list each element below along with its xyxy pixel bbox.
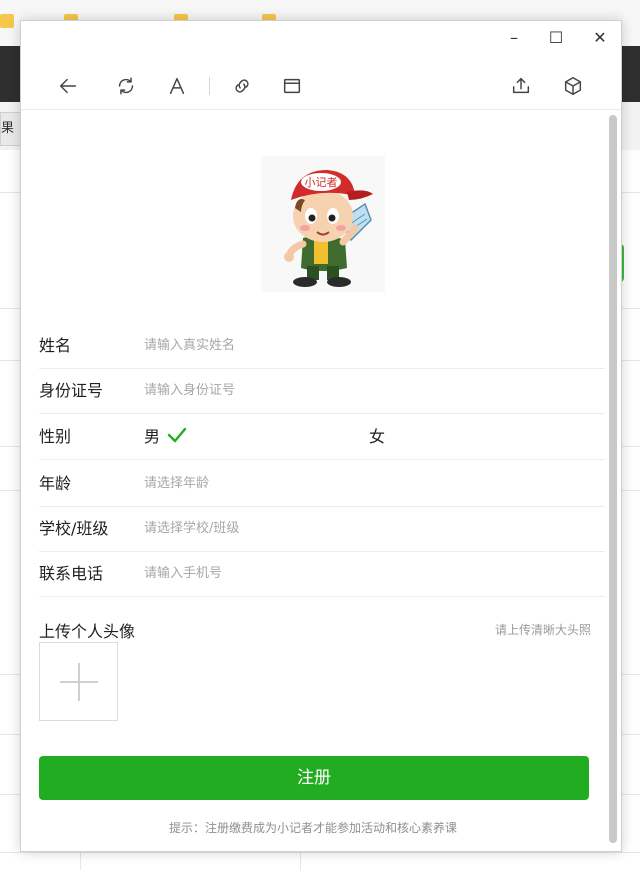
plus-icon <box>78 663 80 701</box>
name-label: 姓名 <box>39 336 72 355</box>
avatar-upload-hint: 请上传清晰大头照 <box>494 623 591 637</box>
name-field-row[interactable]: 姓名 请输入真实姓名 <box>39 323 605 369</box>
phone-label: 联系电话 <box>39 564 104 583</box>
phone-field-row[interactable]: 联系电话 请输入手机号 <box>39 551 605 597</box>
refresh-icon[interactable] <box>113 73 139 99</box>
title-bar: – ☐ ✕ <box>21 21 621 55</box>
close-button[interactable]: ✕ <box>587 27 613 49</box>
gender-option-female[interactable]: 女 <box>369 414 385 459</box>
maximize-button[interactable]: ☐ <box>543 27 569 49</box>
id-number-label: 身份证号 <box>39 381 104 400</box>
register-button[interactable]: 注册 <box>39 756 589 800</box>
avatar-upload-button[interactable] <box>39 642 118 721</box>
avatar-upload-title: 上传个人头像 <box>39 622 136 641</box>
back-arrow-icon[interactable] <box>55 73 81 99</box>
folder-icon <box>0 14 14 28</box>
font-icon[interactable] <box>164 73 190 99</box>
name-input[interactable]: 请输入真实姓名 <box>144 323 235 368</box>
window-icon[interactable] <box>279 73 305 99</box>
popup-window: – ☐ ✕ 小记者 姓名 请输入真实姓名 身份证号 请输入身份证号 性别 男 女… <box>20 20 622 852</box>
minimize-button[interactable]: – <box>501 27 527 49</box>
gender-field-row: 性别 男 女 <box>39 414 605 460</box>
age-field-row[interactable]: 年龄 请选择年龄 <box>39 461 605 507</box>
gender-option-male[interactable]: 男 <box>144 414 160 459</box>
cube-icon[interactable] <box>560 73 586 99</box>
background-divider <box>0 852 640 853</box>
school-class-field-row[interactable]: 学校/班级 请选择学校/班级 <box>39 506 605 552</box>
age-select[interactable]: 请选择年龄 <box>144 461 209 506</box>
age-label: 年龄 <box>39 474 72 493</box>
registration-tip: 提示：注册缴费成为小记者才能参加活动和核心素养课 <box>168 821 457 835</box>
share-icon[interactable] <box>508 73 534 99</box>
id-number-field-row[interactable]: 身份证号 请输入身份证号 <box>39 368 605 414</box>
browser-toolbar <box>21 61 621 110</box>
school-class-label: 学校/班级 <box>39 519 109 538</box>
checkmark-icon <box>167 427 187 443</box>
gender-label: 性别 <box>39 427 72 446</box>
vertical-scrollbar[interactable] <box>609 115 617 843</box>
phone-input[interactable]: 请输入手机号 <box>144 551 222 596</box>
mascot-cap-text: 小记者 <box>305 176 338 189</box>
school-class-select[interactable]: 请选择学校/班级 <box>144 506 239 551</box>
reporter-mascot-logo: 小记者 <box>261 156 385 292</box>
id-number-input[interactable]: 请输入身份证号 <box>144 368 235 413</box>
toolbar-separator <box>209 77 210 95</box>
registration-page: 小记者 姓名 请输入真实姓名 身份证号 请输入身份证号 性别 男 女 年龄 请选… <box>21 111 605 851</box>
link-icon[interactable] <box>229 73 255 99</box>
